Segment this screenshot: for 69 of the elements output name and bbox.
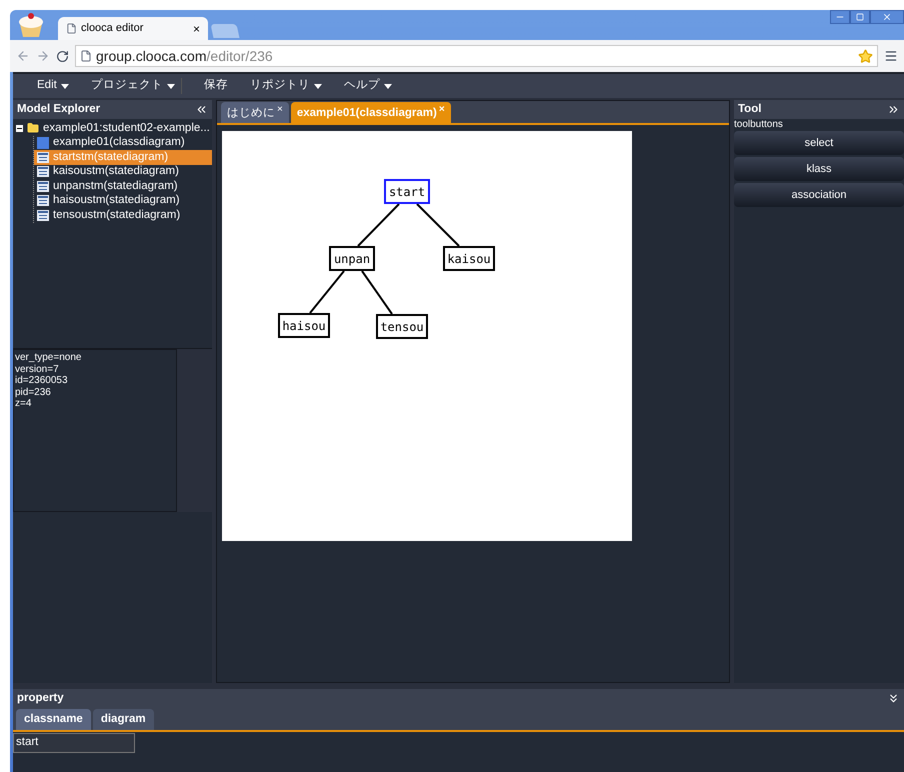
- tree-item[interactable]: example01:student02-example...: [13, 121, 212, 136]
- info-line: pid=236: [15, 386, 52, 398]
- address-field[interactable]: group.clooca.com/editor/236: [75, 45, 878, 67]
- maximize-icon: [856, 13, 864, 21]
- list-icon: [37, 210, 49, 221]
- panel-title: Tool: [738, 102, 762, 117]
- menu-item[interactable]: リポジトリ: [250, 77, 322, 95]
- tool-button[interactable]: association: [734, 183, 904, 207]
- menu-icon[interactable]: [884, 49, 898, 63]
- menu-item[interactable]: 保存: [204, 77, 228, 95]
- caret-icon: [384, 84, 392, 88]
- class-node[interactable]: haisou: [278, 313, 330, 338]
- class-icon: [37, 136, 49, 149]
- folder-icon: [27, 122, 39, 134]
- minimize-button[interactable]: [830, 10, 850, 24]
- list-icon: [37, 166, 49, 178]
- tree-item[interactable]: tensoustm(statediagram): [34, 208, 212, 222]
- classname-field[interactable]: start: [13, 733, 135, 753]
- class-node[interactable]: unpan: [329, 246, 375, 271]
- reload-icon[interactable]: [56, 50, 69, 62]
- page-icon: [80, 50, 92, 62]
- list-icon: [37, 180, 49, 192]
- list-icon: [37, 195, 49, 206]
- tab-close[interactable]: ×: [277, 105, 283, 115]
- caret-icon: [60, 84, 69, 88]
- info-line: z=4: [15, 398, 32, 410]
- panel-title: property: [17, 690, 64, 706]
- connector-line: [357, 203, 400, 247]
- tool-button[interactable]: select: [734, 131, 904, 155]
- tree-item[interactable]: example01(classdiagram): [34, 136, 212, 150]
- info-line: id=2360053: [15, 375, 69, 386]
- section-label: toolbuttons: [734, 119, 784, 131]
- back-icon[interactable]: [16, 49, 30, 63]
- close-button[interactable]: [870, 10, 904, 24]
- info-line: ver_type=none: [15, 352, 82, 364]
- caret-icon: [166, 84, 175, 88]
- class-node[interactable]: tensou: [376, 314, 428, 339]
- collapse-down-icon[interactable]: [887, 692, 900, 705]
- cupcake-icon: [16, 12, 46, 38]
- tree-item[interactable]: haisoustm(statediagram): [34, 194, 212, 208]
- tree-item[interactable]: kaisoustm(statediagram): [34, 164, 212, 179]
- collapse-icon[interactable]: [16, 124, 23, 132]
- tool-button[interactable]: klass: [734, 157, 904, 181]
- forward-icon[interactable]: [36, 49, 50, 63]
- class-node[interactable]: kaisou: [443, 246, 495, 271]
- tab-close[interactable]: ×: [192, 20, 200, 38]
- menu-item[interactable]: Edit: [37, 77, 69, 95]
- page-icon: [66, 23, 77, 34]
- list-icon: [37, 152, 49, 163]
- connector-line: [361, 270, 393, 315]
- browser-tab[interactable]: clooca editor ×: [58, 17, 208, 40]
- editor-tab[interactable]: はじめに ×: [221, 102, 289, 123]
- caret-icon: [314, 84, 322, 88]
- class-node[interactable]: start: [384, 179, 430, 204]
- tree-item[interactable]: unpanstm(statediagram): [34, 179, 212, 194]
- collapse-left-icon[interactable]: [195, 103, 208, 116]
- menu-item[interactable]: プロジェクト: [90, 77, 175, 95]
- collapse-right-icon[interactable]: [887, 103, 900, 116]
- connector-line: [416, 203, 460, 247]
- panel-title: Model Explorer: [17, 102, 100, 117]
- menu-item[interactable]: ヘルプ: [344, 77, 392, 95]
- property-tab[interactable]: classname: [16, 709, 91, 730]
- property-tab[interactable]: diagram: [92, 709, 154, 730]
- maximize-button[interactable]: [850, 10, 870, 24]
- connector-line: [309, 270, 345, 314]
- close-icon: [882, 12, 892, 22]
- info-line: version=7: [15, 364, 60, 375]
- star-icon[interactable]: [858, 48, 873, 64]
- tab-title: clooca editor: [81, 21, 144, 36]
